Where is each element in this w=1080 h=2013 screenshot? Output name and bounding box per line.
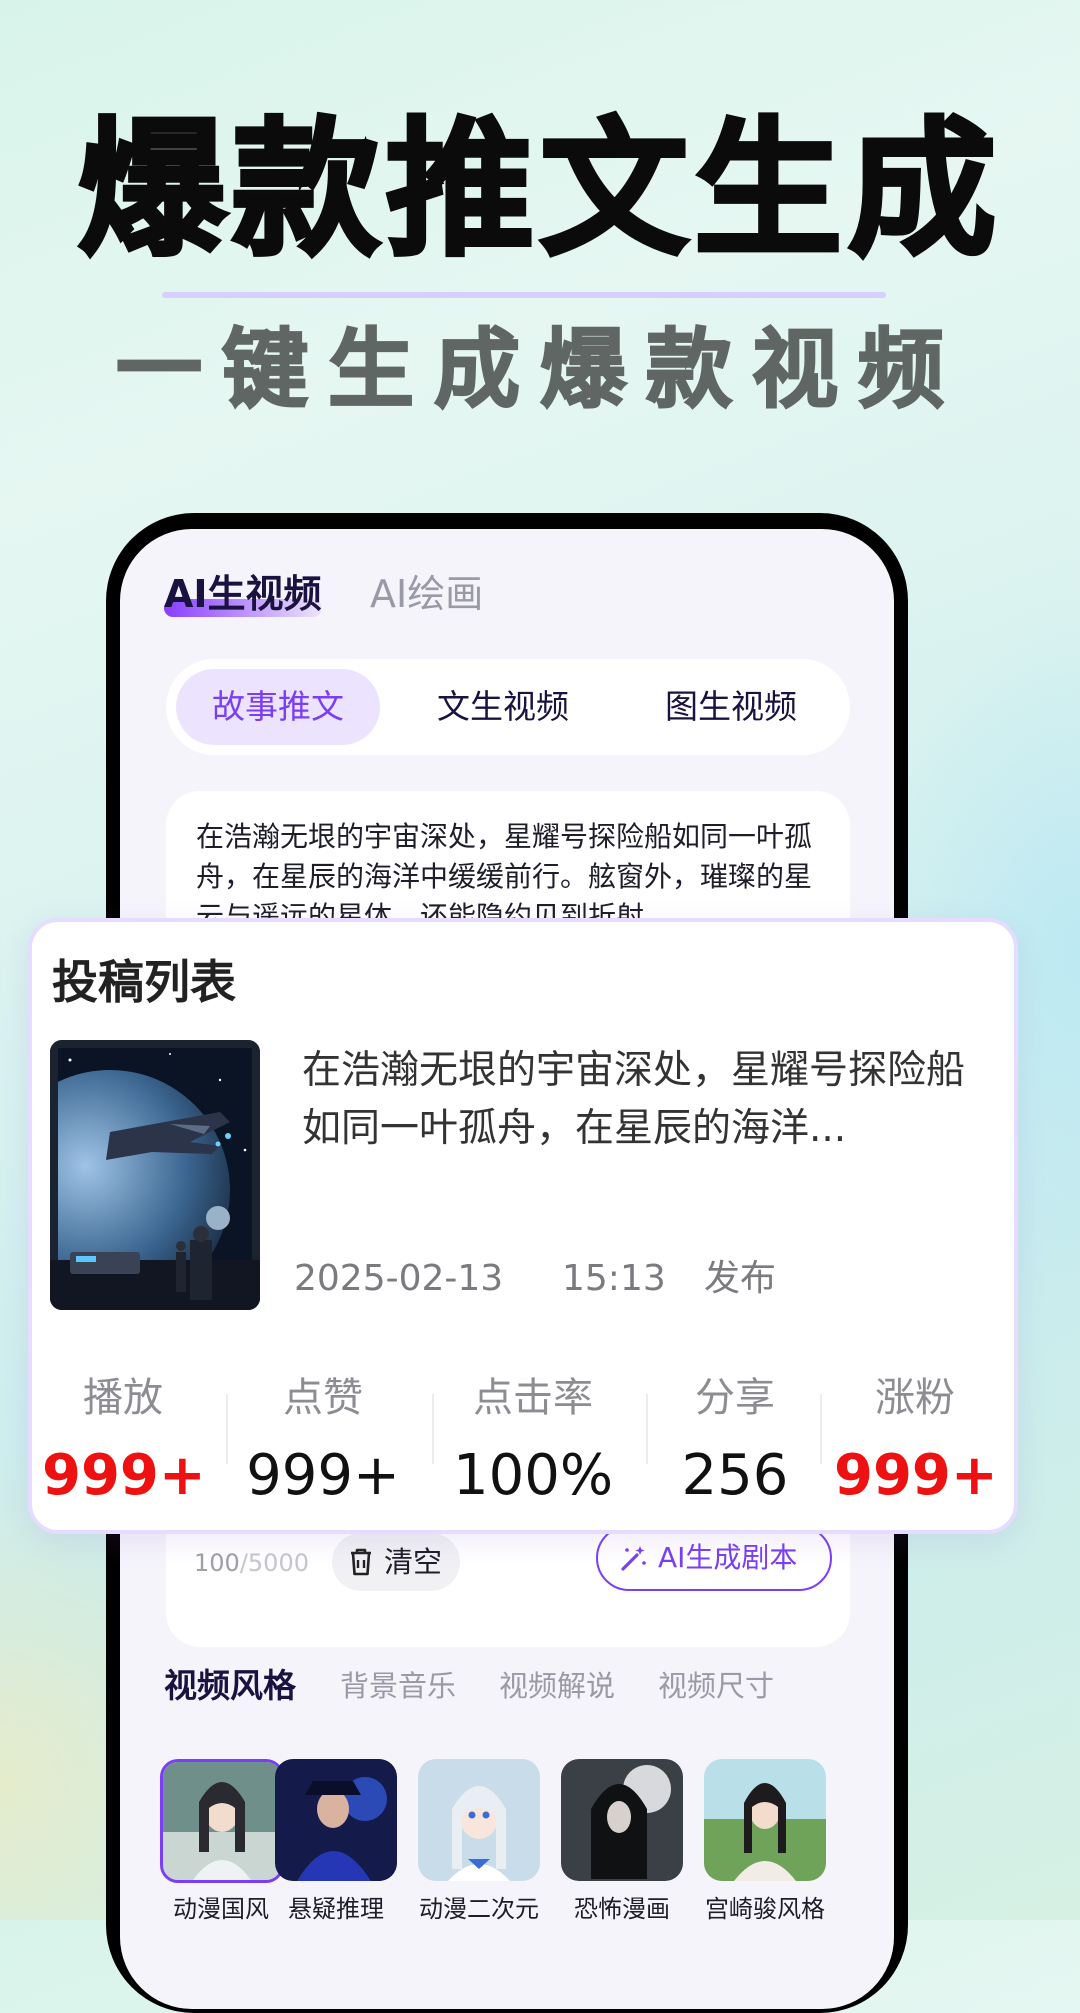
style-thumb-horror[interactable] <box>561 1759 683 1881</box>
style-image <box>418 1759 540 1881</box>
tab-video-style[interactable]: 视频风格 <box>164 1664 296 1708</box>
submission-list-card: 投稿列表 在浩瀚无垠的宇宙深处，星耀号探险船如同一叶孤舟，在星辰的海洋... 2… <box>28 918 1018 1534</box>
hero-subtitle: 一键生成爆款视频 <box>115 319 964 421</box>
tab-ai-video[interactable]: AI生视频 <box>164 569 322 619</box>
stat-value-plays: 999+ <box>42 1443 206 1508</box>
stat-value-shares: 256 <box>681 1443 789 1508</box>
char-counter: 100/5000 <box>194 1541 309 1585</box>
segment-image-to-video[interactable]: 图生视频 <box>626 669 836 745</box>
tab-video-narration[interactable]: 视频解说 <box>499 1664 615 1708</box>
ai-generate-script-button[interactable]: AI生成剧本 <box>596 1525 832 1591</box>
clear-button[interactable]: 清空 <box>332 1533 460 1591</box>
style-image <box>704 1759 826 1881</box>
mode-segmented-control: 故事推文 文生视频 图生视频 <box>166 659 850 755</box>
tab-label: AI绘画 <box>370 572 484 616</box>
generate-label: AI生成剧本 <box>658 1541 798 1574</box>
stat-label-plays: 播放 <box>83 1375 163 1421</box>
style-thumb-mystery[interactable] <box>275 1759 397 1881</box>
style-thumb-ghibli[interactable] <box>704 1759 826 1881</box>
trash-icon <box>351 1548 371 1576</box>
hero-title: 爆款推文生成 <box>76 104 1002 276</box>
hero-divider <box>162 292 886 298</box>
char-count: 100 <box>194 1549 240 1577</box>
tab-ai-painting[interactable]: AI绘画 <box>370 569 483 619</box>
submission-thumbnail[interactable] <box>50 1040 260 1310</box>
submission-description: 在浩瀚无垠的宇宙深处，星耀号探险船如同一叶孤舟，在星辰的海洋... <box>302 1048 966 1151</box>
stat-value-followers: 999+ <box>834 1443 998 1508</box>
segment-story[interactable]: 故事推文 <box>176 669 380 745</box>
style-image <box>275 1759 397 1881</box>
submission-status: 发布 <box>704 1258 777 1299</box>
magic-wand-icon <box>621 1546 646 1571</box>
style-label: 宫崎骏风格 <box>705 1895 825 1923</box>
stat-label-ctr: 点击率 <box>473 1375 593 1421</box>
char-max: /5000 <box>239 1549 309 1577</box>
style-image <box>561 1759 683 1881</box>
style-label: 动漫二次元 <box>419 1895 539 1923</box>
stat-divider <box>646 1394 648 1464</box>
submission-list-title: 投稿列表 <box>52 955 236 1009</box>
tab-video-size[interactable]: 视频尺寸 <box>658 1664 774 1708</box>
stat-label-followers: 涨粉 <box>875 1375 955 1421</box>
style-image <box>163 1762 281 1880</box>
style-label: 悬疑推理 <box>288 1895 384 1923</box>
stat-value-likes: 999+ <box>246 1443 400 1508</box>
style-thumb-guofeng[interactable] <box>160 1759 284 1883</box>
stat-divider <box>226 1394 228 1464</box>
tab-label: AI生视频 <box>164 572 322 616</box>
stat-divider <box>820 1394 822 1464</box>
style-thumb-anime[interactable] <box>418 1759 540 1881</box>
stat-label-shares: 分享 <box>695 1375 775 1421</box>
segment-text-to-video[interactable]: 文生视频 <box>396 669 610 745</box>
space-scene-image <box>50 1040 260 1310</box>
style-label: 恐怖漫画 <box>574 1895 670 1923</box>
clear-label: 清空 <box>384 1545 443 1579</box>
stat-label-likes: 点赞 <box>283 1375 363 1421</box>
stat-value-ctr: 100% <box>452 1443 614 1508</box>
submission-time: 15:13 <box>562 1258 666 1299</box>
tab-background-music[interactable]: 背景音乐 <box>340 1664 456 1708</box>
submission-date: 2025-02-13 <box>294 1258 504 1299</box>
